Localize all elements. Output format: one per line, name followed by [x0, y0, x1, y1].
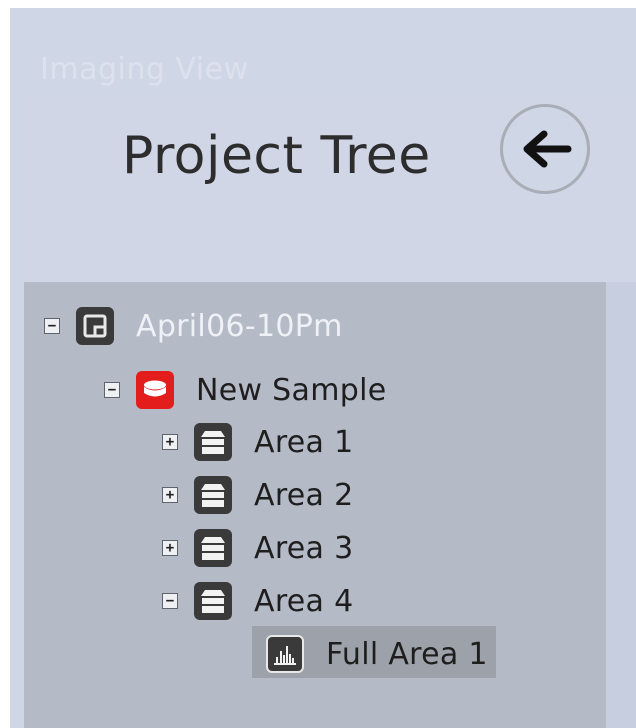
- tree-node-project[interactable]: − April06-10Pm: [44, 302, 343, 350]
- tree-node-area-2[interactable]: + Area 2: [162, 471, 353, 519]
- tree-node-label: April06-10Pm: [136, 308, 343, 344]
- collapse-toggle[interactable]: −: [162, 593, 178, 609]
- tree-node-label: Area 4: [254, 583, 354, 619]
- collapse-toggle[interactable]: −: [104, 382, 120, 398]
- area-icon: [194, 423, 232, 461]
- panel-edge: [606, 282, 636, 728]
- project-icon: [76, 307, 114, 345]
- expand-toggle[interactable]: +: [162, 434, 178, 450]
- tree-node-label: Area 2: [254, 477, 354, 513]
- sample-icon: [136, 371, 174, 409]
- spectrum-icon: [266, 635, 304, 673]
- window-title: Imaging View: [40, 52, 249, 87]
- tree-node-label: Full Area 1: [326, 636, 488, 672]
- tree-node-area-1[interactable]: + Area 1: [162, 418, 353, 466]
- arrow-left-icon: [523, 130, 572, 168]
- tree-node-label: New Sample: [196, 372, 387, 408]
- tree-node-full-area-1[interactable]: Full Area 1: [266, 630, 488, 678]
- area-icon: [194, 476, 232, 514]
- tree-node-area-4[interactable]: − Area 4: [162, 577, 353, 625]
- tree-node-label: Area 3: [254, 530, 354, 566]
- expand-toggle[interactable]: +: [162, 487, 178, 503]
- page-title: Project Tree: [122, 126, 431, 186]
- tree-node-sample[interactable]: − New Sample: [104, 366, 386, 414]
- area-icon: [194, 582, 232, 620]
- expand-toggle[interactable]: +: [162, 540, 178, 556]
- tree-node-area-3[interactable]: + Area 3: [162, 524, 353, 572]
- back-button[interactable]: [500, 104, 590, 194]
- area-icon: [194, 529, 232, 567]
- collapse-toggle[interactable]: −: [44, 318, 60, 334]
- tree-node-label: Area 1: [254, 424, 354, 460]
